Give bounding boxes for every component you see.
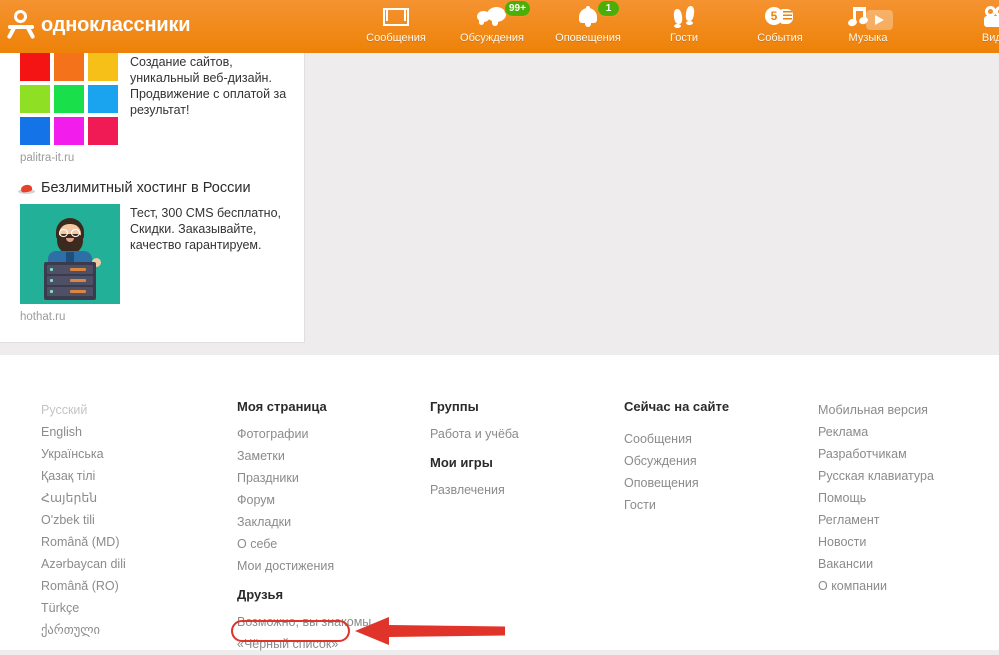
ad-palitra[interactable]: Создание сайтов, уникальный веб-дизайн. … bbox=[0, 53, 304, 164]
swatch-5 bbox=[88, 85, 118, 113]
language-item-ru[interactable]: Русский bbox=[41, 399, 126, 421]
footer-link-news[interactable]: Новости bbox=[818, 531, 934, 553]
footer-link-developers[interactable]: Разработчикам bbox=[818, 443, 934, 465]
footer-link-online-notifications[interactable]: Оповещения bbox=[624, 472, 729, 494]
footer-link-online-guests[interactable]: Гости bbox=[624, 494, 729, 516]
nav-item-discussions[interactable]: 99+ Обсуждения bbox=[446, 0, 538, 53]
language-item-tr[interactable]: Türkçe bbox=[41, 597, 126, 619]
language-item-kk[interactable]: Қазақ тілі bbox=[41, 465, 126, 487]
language-item-en[interactable]: English bbox=[41, 421, 126, 443]
footer-link-photos[interactable]: Фотографии bbox=[237, 423, 371, 445]
nav-label-video: Видео bbox=[981, 32, 999, 44]
language-item-ro-md[interactable]: Română (MD) bbox=[41, 531, 126, 553]
ad-hothat-text: Тест, 300 CMS бесплатно, Скидки. Заказыв… bbox=[130, 206, 282, 252]
ok-ru-page: одноклассники Сообщения 99+ Обсуждения 1… bbox=[0, 0, 999, 651]
language-item-hy[interactable]: Հայերեն bbox=[41, 487, 126, 509]
top-navigation-bar: одноклассники Сообщения 99+ Обсуждения 1… bbox=[0, 0, 999, 53]
footer-link-russian-keyboard[interactable]: Русская клавиатура bbox=[818, 465, 934, 487]
ad-palitra-text: Создание сайтов, уникальный веб-дизайн. … bbox=[130, 55, 287, 117]
footer-link-about-company[interactable]: О компании bbox=[818, 575, 934, 597]
language-item-uz[interactable]: O'zbek tili bbox=[41, 509, 126, 531]
hosting-favicon-icon bbox=[18, 182, 35, 195]
footer-link-entertainment[interactable]: Развлечения bbox=[430, 479, 519, 501]
language-item-ka[interactable]: ქართული bbox=[41, 619, 126, 641]
footer-column-online-now: Сейчас на сайте Сообщения Обсуждения Опо… bbox=[624, 399, 729, 516]
footer-link-advertising[interactable]: Реклама bbox=[818, 421, 934, 443]
footer-link-about-me[interactable]: О себе bbox=[237, 533, 371, 555]
footer-heading-my-games[interactable]: Мои игры bbox=[430, 455, 519, 470]
language-item-uk[interactable]: Українська bbox=[41, 443, 126, 465]
swatch-3 bbox=[20, 85, 50, 113]
nav-item-notifications[interactable]: 1 Оповещения bbox=[542, 0, 634, 53]
footer-link-online-messages[interactable]: Сообщения bbox=[624, 428, 729, 450]
nav-label-music: Музыка bbox=[848, 32, 888, 44]
badge-notifications: 1 bbox=[597, 0, 620, 17]
music-note-icon bbox=[820, 3, 940, 30]
nav-item-video[interactable]: Видео bbox=[952, 3, 999, 53]
swatch-1 bbox=[54, 53, 84, 81]
swatch-7 bbox=[54, 117, 84, 145]
footer-heading-groups[interactable]: Группы bbox=[430, 399, 519, 414]
ad-color-grid bbox=[20, 53, 120, 145]
footer-link-achievements[interactable]: Мои достижения bbox=[237, 555, 371, 577]
events-hand-icon: 5 bbox=[734, 3, 826, 30]
badge-discussions: 99+ bbox=[504, 0, 531, 17]
nav-item-events[interactable]: 5 События bbox=[734, 3, 826, 53]
swatch-2 bbox=[88, 53, 118, 81]
ad-hothat-url[interactable]: hothat.ru bbox=[0, 311, 304, 323]
footer-column-groups: Группы Работа и учёба Мои игры Развлечен… bbox=[430, 399, 519, 501]
nav-item-music[interactable]: Музыка bbox=[820, 3, 940, 53]
swatch-4 bbox=[54, 85, 84, 113]
footer-link-online-discussions[interactable]: Обсуждения bbox=[624, 450, 729, 472]
footer-link-help[interactable]: Помощь bbox=[818, 487, 934, 509]
ad-hothat-title: Безлимитный хостинг в России bbox=[41, 180, 251, 196]
ad-hothat-image bbox=[20, 204, 120, 304]
logo-text: одноклассники bbox=[41, 13, 191, 36]
footer-link-notes[interactable]: Заметки bbox=[237, 445, 371, 467]
advertising-sidebar: Создание сайтов, уникальный веб-дизайн. … bbox=[0, 53, 305, 343]
footer-heading-friends[interactable]: Друзья bbox=[237, 587, 371, 602]
footer-link-mobile-version[interactable]: Мобильная версия bbox=[818, 399, 934, 421]
swatch-0 bbox=[20, 53, 50, 81]
envelope-icon bbox=[350, 3, 442, 30]
nav-label-guests: Гости bbox=[669, 32, 699, 44]
footer-link-bookmarks[interactable]: Закладки bbox=[237, 511, 371, 533]
footer-link-holidays[interactable]: Праздники bbox=[237, 467, 371, 489]
swatch-8 bbox=[88, 117, 118, 145]
footer-column-service: Мобильная версия Реклама Разработчикам Р… bbox=[818, 399, 934, 597]
ok-logo-icon bbox=[6, 10, 36, 40]
footer-link-blacklist[interactable]: «Чёрный список» bbox=[237, 633, 371, 655]
nav-item-guests[interactable]: Гости bbox=[638, 3, 730, 53]
footer-link-maybe-you-know[interactable]: Возможно, вы знакомы bbox=[237, 611, 371, 633]
ad-hothat-title-row[interactable]: Безлимитный хостинг в России bbox=[0, 180, 304, 196]
ad-palitra-url[interactable]: palitra-it.ru bbox=[0, 152, 304, 164]
footer-column-my-page: Моя страница Фотографии Заметки Праздник… bbox=[237, 399, 371, 655]
footer-column-languages: Русский English Українська Қазақ тілі Հա… bbox=[41, 399, 126, 641]
footprints-icon bbox=[638, 3, 730, 30]
nav-label-discussions: Обсуждения bbox=[460, 32, 524, 44]
site-footer: Русский English Українська Қазақ тілі Հա… bbox=[0, 355, 999, 651]
swatch-6 bbox=[20, 117, 50, 145]
footer-link-vacancies[interactable]: Вакансии bbox=[818, 553, 934, 575]
nav-item-messages[interactable]: Сообщения bbox=[350, 3, 442, 53]
footer-link-work-study[interactable]: Работа и учёба bbox=[430, 423, 519, 445]
bell-icon: 1 bbox=[542, 0, 634, 30]
language-item-az[interactable]: Azərbaycan dili bbox=[41, 553, 126, 575]
site-logo[interactable]: одноклассники bbox=[6, 8, 191, 42]
footer-heading-online-now[interactable]: Сейчас на сайте bbox=[624, 399, 729, 414]
footer-link-forum[interactable]: Форум bbox=[237, 489, 371, 511]
footer-link-regulations[interactable]: Регламент bbox=[818, 509, 934, 531]
nav-label-messages: Сообщения bbox=[366, 32, 426, 44]
video-camera-icon bbox=[952, 3, 999, 30]
speech-bubbles-icon: 99+ bbox=[446, 0, 538, 30]
play-button-icon[interactable] bbox=[866, 10, 893, 30]
footer-heading-my-page[interactable]: Моя страница bbox=[237, 399, 371, 414]
ad-hothat[interactable]: Безлимитный хостинг в России Тест, 300 C… bbox=[0, 180, 304, 323]
language-item-ro-ro[interactable]: Română (RO) bbox=[41, 575, 126, 597]
nav-label-notifications: Оповещения bbox=[555, 32, 621, 44]
